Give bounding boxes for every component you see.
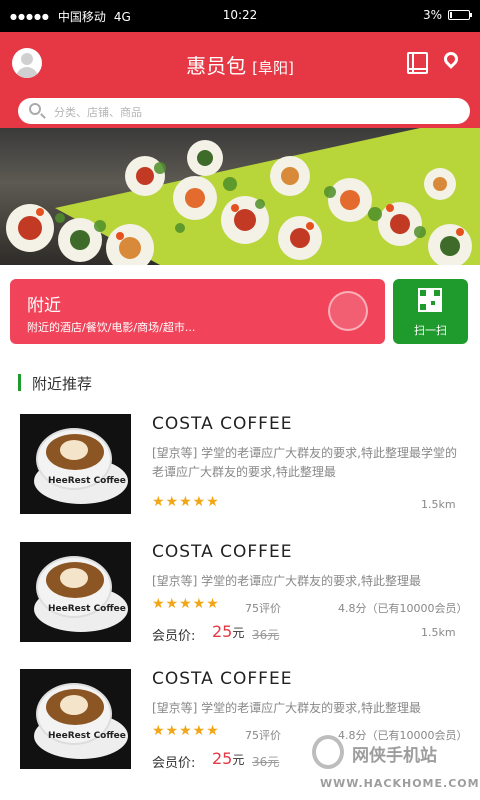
section-accent-bar bbox=[18, 374, 21, 391]
battery-level: 3% bbox=[422, 8, 442, 22]
cup-print: HeeRest Coffee bbox=[48, 476, 126, 486]
list-item[interactable]: HeeRest Coffee COSTA COFFEE [望京等] 学堂的老谭应… bbox=[0, 542, 480, 662]
list-item[interactable]: HeeRest Coffee COSTA COFFEE [望京等] 学堂的老谭应… bbox=[0, 414, 480, 534]
app-title: 惠员包 bbox=[186, 54, 247, 78]
watermark: 网侠手机站 WWW.HACKHOME.COM bbox=[312, 735, 480, 790]
item-name: COSTA COFFEE bbox=[152, 542, 293, 562]
item-name: COSTA COFFEE bbox=[152, 669, 293, 689]
watermark-logo-icon bbox=[312, 735, 344, 769]
rating-stars: ★★★★★ bbox=[152, 494, 220, 510]
rating-stars: ★★★★★ bbox=[152, 723, 220, 739]
review-count: 75评价 bbox=[245, 602, 281, 615]
price-label: 会员价: bbox=[152, 629, 196, 644]
price-value: 25 bbox=[212, 749, 233, 768]
item-distance: 1.5km bbox=[421, 498, 456, 511]
price-value: 25 bbox=[212, 622, 233, 641]
price-unit: 元 bbox=[232, 626, 245, 640]
nearby-title: 附近 bbox=[27, 296, 61, 316]
section-title: 附近推荐 bbox=[32, 375, 93, 393]
book-icon[interactable] bbox=[407, 52, 428, 74]
item-thumbnail: HeeRest Coffee bbox=[20, 669, 131, 769]
clock: 10:22 bbox=[222, 8, 258, 22]
battery-icon bbox=[448, 10, 472, 20]
cup-print: HeeRest Coffee bbox=[48, 731, 126, 741]
member-price: 25元 bbox=[212, 622, 244, 641]
search-placeholder: 分类、店铺、商品 bbox=[54, 106, 142, 119]
price-label: 会员价: bbox=[152, 756, 196, 771]
price-unit: 元 bbox=[232, 753, 245, 767]
rating-stars: ★★★★★ bbox=[152, 596, 220, 612]
cup-print: HeeRest Coffee bbox=[48, 604, 126, 614]
item-score: 4.8分（已有10000会员） bbox=[338, 602, 468, 615]
watermark-url: WWW.HACKHOME.COM bbox=[320, 777, 480, 790]
search-input[interactable]: 分类、店铺、商品 bbox=[18, 98, 470, 124]
app-header: 惠员包 [阜阳] 分类、店铺、商品 bbox=[0, 32, 480, 128]
qr-code-icon bbox=[418, 288, 442, 312]
item-description: [望京等] 学堂的老谭应广大群友的要求,特此整理最学堂的老谭应广大群友的要求,特… bbox=[152, 446, 457, 479]
radar-icon bbox=[328, 291, 368, 331]
original-price: 36元 bbox=[252, 628, 280, 642]
member-price: 25元 bbox=[212, 749, 244, 768]
nearby-card[interactable]: 附近 附近的酒店/餐饮/电影/商场/超市... bbox=[10, 279, 385, 344]
item-distance: 1.5km bbox=[421, 626, 456, 639]
city-selector[interactable]: [阜阳] bbox=[252, 59, 294, 77]
item-description: [望京等] 学堂的老谭应广大群友的要求,特此整理最 bbox=[152, 574, 421, 588]
item-thumbnail: HeeRest Coffee bbox=[20, 542, 131, 642]
search-icon bbox=[29, 103, 41, 115]
status-bar: ●●●●● 中国移动 4G 10:22 3% bbox=[0, 0, 480, 32]
original-price: 36元 bbox=[252, 755, 280, 769]
watermark-name: 网侠手机站 bbox=[352, 746, 437, 766]
item-name: COSTA COFFEE bbox=[152, 414, 293, 434]
sushi-illustration bbox=[6, 128, 480, 265]
item-description: [望京等] 学堂的老谭应广大群友的要求,特此整理最 bbox=[152, 701, 421, 715]
scan-button[interactable]: 扫一扫 bbox=[393, 279, 468, 344]
scan-label: 扫一扫 bbox=[414, 324, 447, 337]
nearby-subtitle: 附近的酒店/餐饮/电影/商场/超市... bbox=[27, 321, 196, 334]
review-count: 75评价 bbox=[245, 729, 281, 742]
banner-image[interactable] bbox=[0, 128, 480, 265]
item-thumbnail: HeeRest Coffee bbox=[20, 414, 131, 514]
